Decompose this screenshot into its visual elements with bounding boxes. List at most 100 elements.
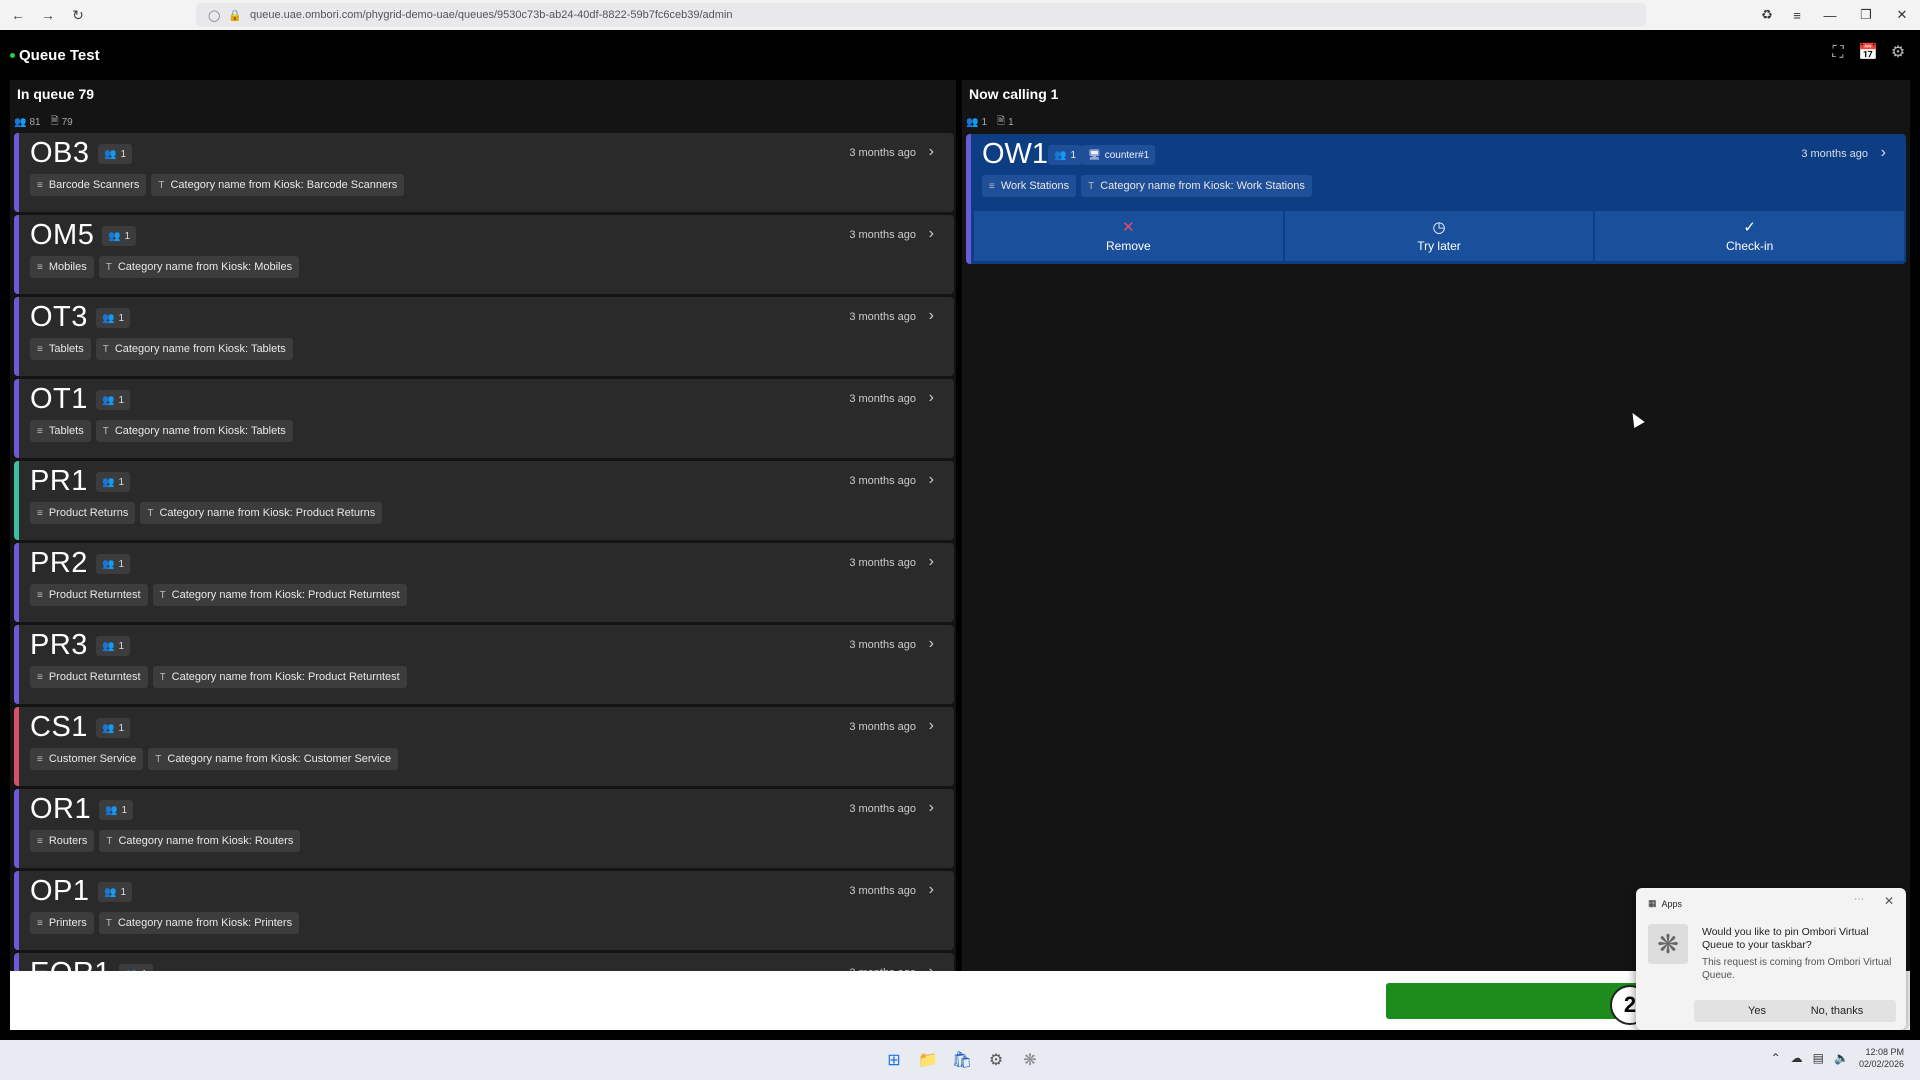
forward-icon[interactable]: → <box>36 3 60 27</box>
chevron-right-icon[interactable]: › <box>929 307 934 325</box>
monitor-icon: 🖥 <box>1088 149 1101 161</box>
try-later-button[interactable]: ◷ Try later <box>1284 211 1594 261</box>
chevron-right-icon[interactable]: › <box>929 717 934 735</box>
restore-icon[interactable]: ❐ <box>1848 7 1884 23</box>
chevron-right-icon[interactable]: › <box>929 143 934 161</box>
kiosk-tag-text: Category name from Kiosk: Tablets <box>114 343 286 355</box>
people-icon: 👥 <box>102 312 115 324</box>
chevron-right-icon[interactable]: › <box>929 799 934 817</box>
start-icon[interactable]: ⊞ <box>882 1048 906 1072</box>
category-tag: ≡ Product Returntest <box>30 584 148 606</box>
ticket-count-pill: 👥1 <box>96 308 131 328</box>
kiosk-tag: T Category name from Kiosk: Work Stations <box>1081 175 1312 197</box>
category-stripe <box>14 133 19 212</box>
ticket-tags: ≡ Product Returntest T Category name from K… <box>30 584 407 606</box>
kiosk-tag-text: Category name from Kiosk: Customer Servi… <box>167 753 392 765</box>
ticket-count-value: 1 <box>118 722 125 734</box>
category-tag: ≡ Tablets <box>30 338 91 360</box>
ticket-card[interactable]: OP1 👥 1 3 months ago › ≡ Printers T Category nam… <box>14 871 954 950</box>
close-icon[interactable]: ✕ <box>1884 894 1894 908</box>
close-window-icon[interactable]: ✕ <box>1884 7 1920 23</box>
address-bar[interactable]: ◯ 🔒 queue.uae.ombori.com/phygrid-demo-ua… <box>196 3 1646 27</box>
counter-pill: 🖥 counter#1 <box>1082 145 1156 165</box>
ticket-count-value: 1 <box>121 804 128 816</box>
category-text: Work Stations <box>1000 180 1070 192</box>
kiosk-tag-text: Category name from Kiosk: Routers <box>118 835 294 847</box>
check-icon: ✓ <box>1743 218 1756 236</box>
ticket-tags: ≡ Work Stations T Category name from Kiosk… <box>982 175 1312 197</box>
ticket-count-pill: 👥1 <box>96 718 131 738</box>
list-icon: ≡ <box>37 179 43 191</box>
toast-subtext: This request is coming from Ombori Virtu… <box>1702 957 1892 981</box>
queue-app-icon[interactable]: ❋ <box>1018 1048 1042 1072</box>
chevron-right-icon[interactable]: › <box>929 225 934 243</box>
category-tag: ≡ Printers <box>30 912 94 934</box>
kiosk-tag: T Category name from Kiosk: Mobiles <box>98 256 300 278</box>
volume-icon[interactable]: 🔈 <box>1834 1051 1849 1065</box>
calendar-icon[interactable]: 📅 <box>1858 43 1878 63</box>
check-in-button[interactable]: ✓ Check-in <box>1595 211 1905 261</box>
cloud-icon[interactable]: ☁ <box>1791 1051 1803 1065</box>
ticket-count-pill: 👥1 <box>96 636 131 656</box>
chevron-right-icon[interactable]: › <box>929 553 934 571</box>
category-tag-text: Barcode Scanners <box>48 179 140 191</box>
ticket-card[interactable]: OT3 👥 1 3 months ago › ≡ Tablets T Category name… <box>14 297 954 376</box>
chevron-right-icon[interactable]: › <box>1881 144 1886 162</box>
file-explorer-icon[interactable]: 📁 <box>916 1048 940 1072</box>
calling-ticket-card[interactable]: OW1 👥 1 🖥 counter#1 3 months ago › ≡ Work… <box>966 134 1906 264</box>
category-tag: ≡ Mobiles <box>30 256 94 278</box>
ticket-card[interactable]: CS1 👥 1 3 months ago › ≡ Customer Service T Cate… <box>14 707 954 786</box>
fullscreen-icon[interactable]: ⛶ <box>1828 43 1848 63</box>
settings-icon[interactable]: ⚙ <box>1888 43 1908 63</box>
no-thanks-button[interactable]: No, thanks <box>1778 1000 1896 1022</box>
kiosk-text: Category name from Kiosk: Work Stations <box>1100 180 1305 192</box>
chevron-up-icon[interactable]: ⌃ <box>1771 1051 1781 1065</box>
ticket-count-pill: 👥1 <box>96 390 131 410</box>
store-icon[interactable]: 🛍 <box>950 1048 974 1072</box>
ticket-card[interactable]: OM5 👥 1 3 months ago › ≡ Mobiles T Category name… <box>14 215 954 294</box>
people-icon: 👥 <box>966 117 979 128</box>
ticket-count: 79 <box>61 117 73 128</box>
clock[interactable]: 12:08 PM 02/02/2026 <box>1859 1046 1904 1070</box>
ticket-card[interactable]: PR2 👥 1 3 months ago › ≡ Product Returntest T Ca… <box>14 543 954 622</box>
more-icon[interactable]: ⋯ <box>1854 894 1864 905</box>
ticket-code: OB3 <box>30 137 90 169</box>
ticket-card[interactable]: OR1 👥 1 3 months ago › ≡ Routers T Category name… <box>14 789 954 868</box>
check-in-label: Check-in <box>1726 238 1774 253</box>
app-header: Queue Test ⛶ 📅 ⚙ <box>0 30 1920 80</box>
people-icon: 👥 <box>108 230 121 242</box>
minimize-icon[interactable]: — <box>1812 8 1848 23</box>
remove-button[interactable]: ✕ Remove <box>974 211 1283 261</box>
ticket-code: OM5 <box>30 219 95 251</box>
ticket-tags: ≡ Customer Service T Category name from Kio… <box>30 748 399 770</box>
reload-icon[interactable]: ↻ <box>66 3 90 27</box>
extensions-icon[interactable]: ♻ <box>1752 7 1782 23</box>
ticket-card[interactable]: PR1 👥 1 3 months ago › ≡ Product Returns T Categ… <box>14 461 954 540</box>
kiosk-tag: T Category name from Kiosk: Tablets <box>95 338 293 360</box>
ticket-tags: ≡ Tablets T Category name from Kiosk: Table… <box>30 420 293 442</box>
ticket-code: EOR1 <box>30 957 111 971</box>
chevron-right-icon[interactable]: › <box>929 389 934 407</box>
ticket-card[interactable]: OB3 👥 1 3 months ago › ≡ Barcode Scanners T Cate… <box>14 133 954 212</box>
ticket-card[interactable]: PR3 👥 1 3 months ago › ≡ Product Returntest T Ca… <box>14 625 954 704</box>
toast-message: Would you like to pin Ombori Virtual Que… <box>1702 926 1869 951</box>
people-icon: 👥 <box>102 394 115 406</box>
back-icon[interactable]: ← <box>6 3 30 27</box>
chevron-right-icon[interactable]: › <box>929 963 934 971</box>
text-icon: T <box>155 753 162 765</box>
chevron-right-icon[interactable]: › <box>929 471 934 489</box>
chevron-right-icon[interactable]: › <box>929 881 934 899</box>
category-tag-text: Tablets <box>48 343 84 355</box>
list-icon: ≡ <box>37 589 43 601</box>
network-icon[interactable]: ▤ <box>1813 1051 1824 1065</box>
category-tag-text: Customer Service <box>48 753 137 765</box>
ticket-card[interactable]: OT1 👥 1 3 months ago › ≡ Tablets T Category name… <box>14 379 954 458</box>
chevron-right-icon[interactable]: › <box>929 635 934 653</box>
settings-app-icon[interactable]: ⚙ <box>984 1048 1008 1072</box>
counter-value: counter#1 <box>1104 149 1150 161</box>
category-stripe <box>14 379 19 458</box>
now-calling-stats: 👥 1 🗎 1 <box>966 114 1014 131</box>
menu-icon[interactable]: ≡ <box>1782 8 1812 23</box>
ticket-card[interactable]: EOR1👥13 months ago› <box>14 953 954 971</box>
in-queue-panel: In queue 79 👥 81 🗎 79 OB3 👥 1 3 months ago › ≡ B… <box>10 80 956 971</box>
